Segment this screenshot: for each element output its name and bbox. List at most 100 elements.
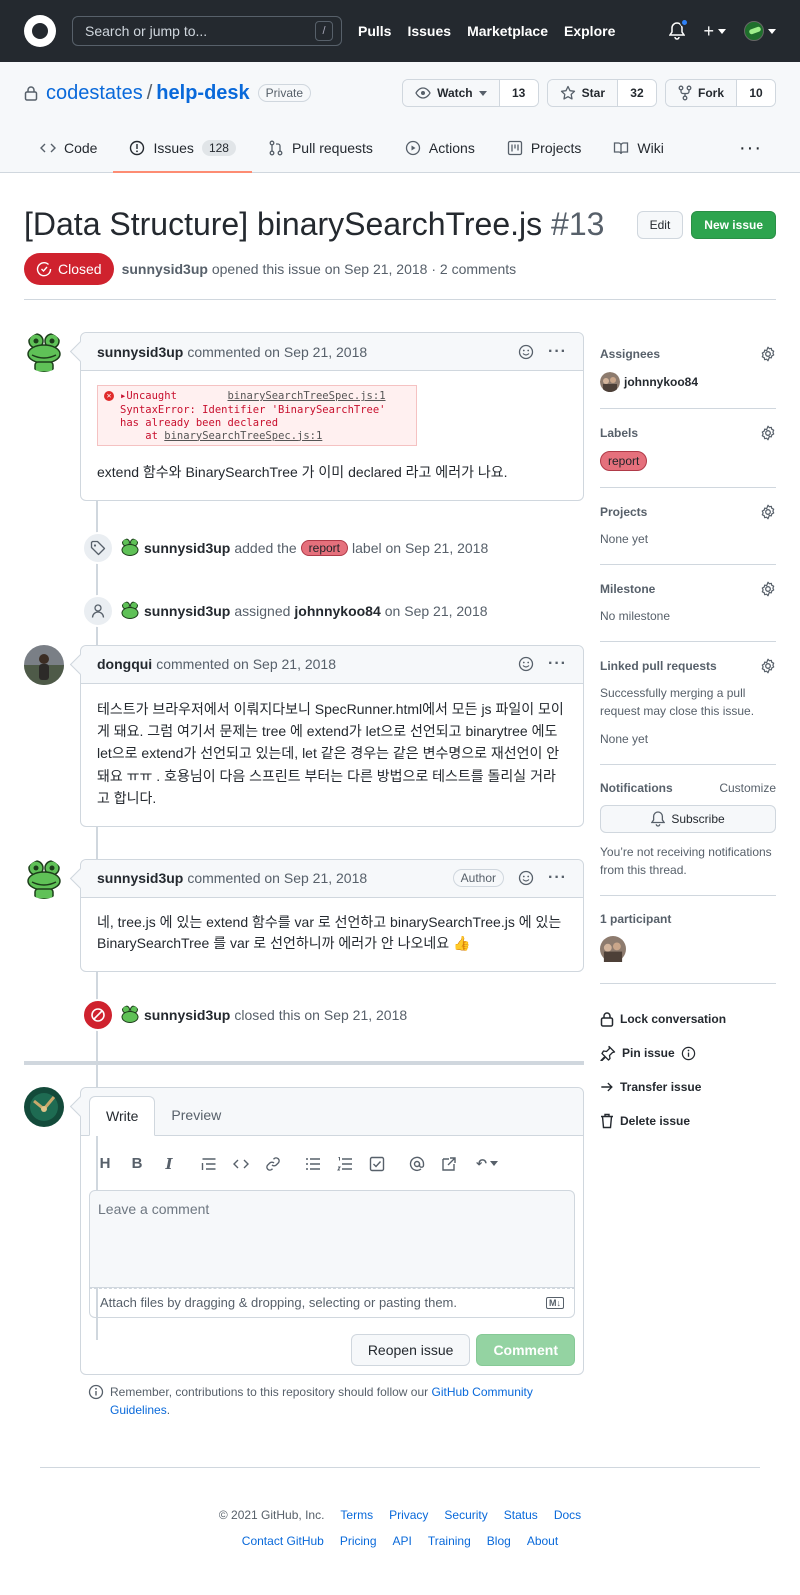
customize-link[interactable]: Customize xyxy=(719,781,776,795)
nav-marketplace[interactable]: Marketplace xyxy=(467,23,548,39)
file-attachment-zone[interactable]: Attach files by dragging & dropping, sel… xyxy=(89,1287,575,1318)
tab-label: Pull requests xyxy=(291,140,373,156)
gear-icon[interactable] xyxy=(760,658,776,674)
label-report[interactable]: report xyxy=(300,540,349,557)
comment-author-link[interactable]: dongqui xyxy=(97,656,152,672)
kebab-horizontal-icon[interactable]: ··· xyxy=(548,869,567,887)
watch-count[interactable]: 13 xyxy=(499,80,538,106)
smiley-icon[interactable] xyxy=(518,344,534,360)
author-badge: Author xyxy=(452,869,505,888)
cross-reference-icon[interactable] xyxy=(441,1156,457,1172)
avatar[interactable] xyxy=(24,644,64,685)
tab-write[interactable]: Write xyxy=(89,1095,156,1136)
footer-link-about[interactable]: About xyxy=(527,1534,558,1548)
comment-timestamp[interactable]: commented on Sep 21, 2018 xyxy=(187,344,367,360)
comment-timestamp[interactable]: commented on Sep 21, 2018 xyxy=(156,656,336,672)
footer-link-blog[interactable]: Blog xyxy=(487,1534,511,1548)
markdown-icon[interactable]: M↓ xyxy=(546,1296,564,1309)
unordered-list-icon[interactable] xyxy=(305,1156,321,1172)
nav-explore[interactable]: Explore xyxy=(564,23,615,39)
nav-issues[interactable]: Issues xyxy=(407,23,451,39)
subscribe-button[interactable]: Subscribe xyxy=(600,805,776,834)
comment-button[interactable]: Comment xyxy=(476,1333,575,1366)
transfer-issue-button[interactable]: Transfer issue xyxy=(600,1070,776,1104)
tab-actions[interactable]: Actions xyxy=(389,124,491,172)
label-report[interactable]: report xyxy=(600,451,648,472)
heading-icon[interactable]: H xyxy=(97,1155,113,1172)
event-actor-link[interactable]: sunnysid3up xyxy=(144,540,230,556)
tab-wiki[interactable]: Wiki xyxy=(597,124,679,172)
actor-avatar[interactable] xyxy=(120,538,140,559)
more-tabs-icon[interactable]: ··· xyxy=(739,124,776,172)
tab-code[interactable]: Code xyxy=(24,124,113,172)
smiley-icon[interactable] xyxy=(518,656,534,672)
gear-icon[interactable] xyxy=(760,346,776,362)
footer-link-security[interactable]: Security xyxy=(444,1508,487,1522)
delete-issue-button[interactable]: Delete issue xyxy=(600,1104,776,1138)
tab-pull-requests[interactable]: Pull requests xyxy=(252,124,389,172)
tab-preview[interactable]: Preview xyxy=(155,1095,237,1135)
bold-icon[interactable]: B xyxy=(129,1155,145,1172)
star-count[interactable]: 32 xyxy=(617,80,656,106)
footer-link-status[interactable]: Status xyxy=(504,1508,538,1522)
edit-button[interactable]: Edit xyxy=(636,211,684,239)
comment-author-link[interactable]: sunnysid3up xyxy=(97,870,183,886)
fork-button[interactable]: Fork xyxy=(665,80,737,106)
footer-link-terms[interactable]: Terms xyxy=(340,1508,373,1522)
kebab-horizontal-icon[interactable]: ··· xyxy=(548,343,567,361)
quote-icon[interactable] xyxy=(201,1156,217,1172)
footer-link-api[interactable]: API xyxy=(393,1534,412,1548)
avatar[interactable] xyxy=(24,1086,64,1127)
footer-link-contact[interactable]: Contact GitHub xyxy=(242,1534,324,1548)
notifications-bell-icon[interactable] xyxy=(669,18,690,40)
search-placeholder: Search or jump to... xyxy=(85,23,208,39)
reply-icon[interactable]: ↶ xyxy=(473,1156,501,1172)
issue-author-link[interactable]: sunnysid3up xyxy=(122,261,208,277)
lock-conversation-button[interactable]: Lock conversation xyxy=(600,1002,776,1036)
info-icon[interactable] xyxy=(681,1046,696,1061)
footer-link-docs[interactable]: Docs xyxy=(554,1508,581,1522)
code-icon[interactable] xyxy=(233,1156,249,1172)
kebab-horizontal-icon[interactable]: ··· xyxy=(548,655,567,673)
italic-icon[interactable]: I xyxy=(161,1155,177,1173)
create-new-dropdown[interactable]: + xyxy=(703,21,726,42)
footer-link-privacy[interactable]: Privacy xyxy=(389,1508,428,1522)
user-menu-dropdown[interactable] xyxy=(744,21,776,41)
avatar[interactable] xyxy=(24,332,64,373)
footer-link-pricing[interactable]: Pricing xyxy=(340,1534,377,1548)
new-issue-button[interactable]: New issue xyxy=(691,211,776,239)
nav-pulls[interactable]: Pulls xyxy=(358,23,391,39)
smiley-icon[interactable] xyxy=(518,870,534,886)
fork-count[interactable]: 10 xyxy=(737,80,775,106)
gear-icon[interactable] xyxy=(760,581,776,597)
comment-textarea[interactable] xyxy=(98,1200,566,1277)
watch-button[interactable]: Watch xyxy=(403,80,500,106)
assignee-link[interactable]: johnnykoo84 xyxy=(600,372,776,393)
event-actor-link[interactable]: sunnysid3up xyxy=(144,1007,230,1023)
comment-author-link[interactable]: sunnysid3up xyxy=(97,344,183,360)
search-input[interactable]: Search or jump to... / xyxy=(72,16,342,46)
tab-projects[interactable]: Projects xyxy=(491,124,598,172)
tasklist-icon[interactable] xyxy=(369,1156,385,1172)
gear-icon[interactable] xyxy=(760,425,776,441)
repo-owner-link[interactable]: codestates xyxy=(46,82,143,105)
pin-issue-button[interactable]: Pin issue xyxy=(600,1036,776,1070)
event-actor-link[interactable]: sunnysid3up xyxy=(144,603,230,619)
avatar[interactable] xyxy=(24,858,64,899)
comment-timestamp[interactable]: commented on Sep 21, 2018 xyxy=(187,870,367,886)
footer-link-training[interactable]: Training xyxy=(428,1534,471,1548)
github-logo-icon[interactable] xyxy=(24,15,56,47)
repo-name-link[interactable]: help-desk xyxy=(156,82,249,105)
tab-issues[interactable]: Issues 128 xyxy=(113,124,252,173)
mention-icon[interactable] xyxy=(409,1156,425,1172)
ordered-list-icon[interactable] xyxy=(337,1156,353,1172)
actor-avatar[interactable] xyxy=(120,601,140,622)
link-icon[interactable] xyxy=(265,1156,281,1172)
gear-icon[interactable] xyxy=(760,504,776,520)
actor-avatar[interactable] xyxy=(120,1005,140,1026)
fork-icon xyxy=(678,85,692,101)
assignee-link[interactable]: johnnykoo84 xyxy=(294,603,380,619)
participant-avatar[interactable] xyxy=(600,936,626,963)
reopen-issue-button[interactable]: Reopen issue xyxy=(350,1333,471,1366)
star-button[interactable]: Star xyxy=(547,80,618,106)
